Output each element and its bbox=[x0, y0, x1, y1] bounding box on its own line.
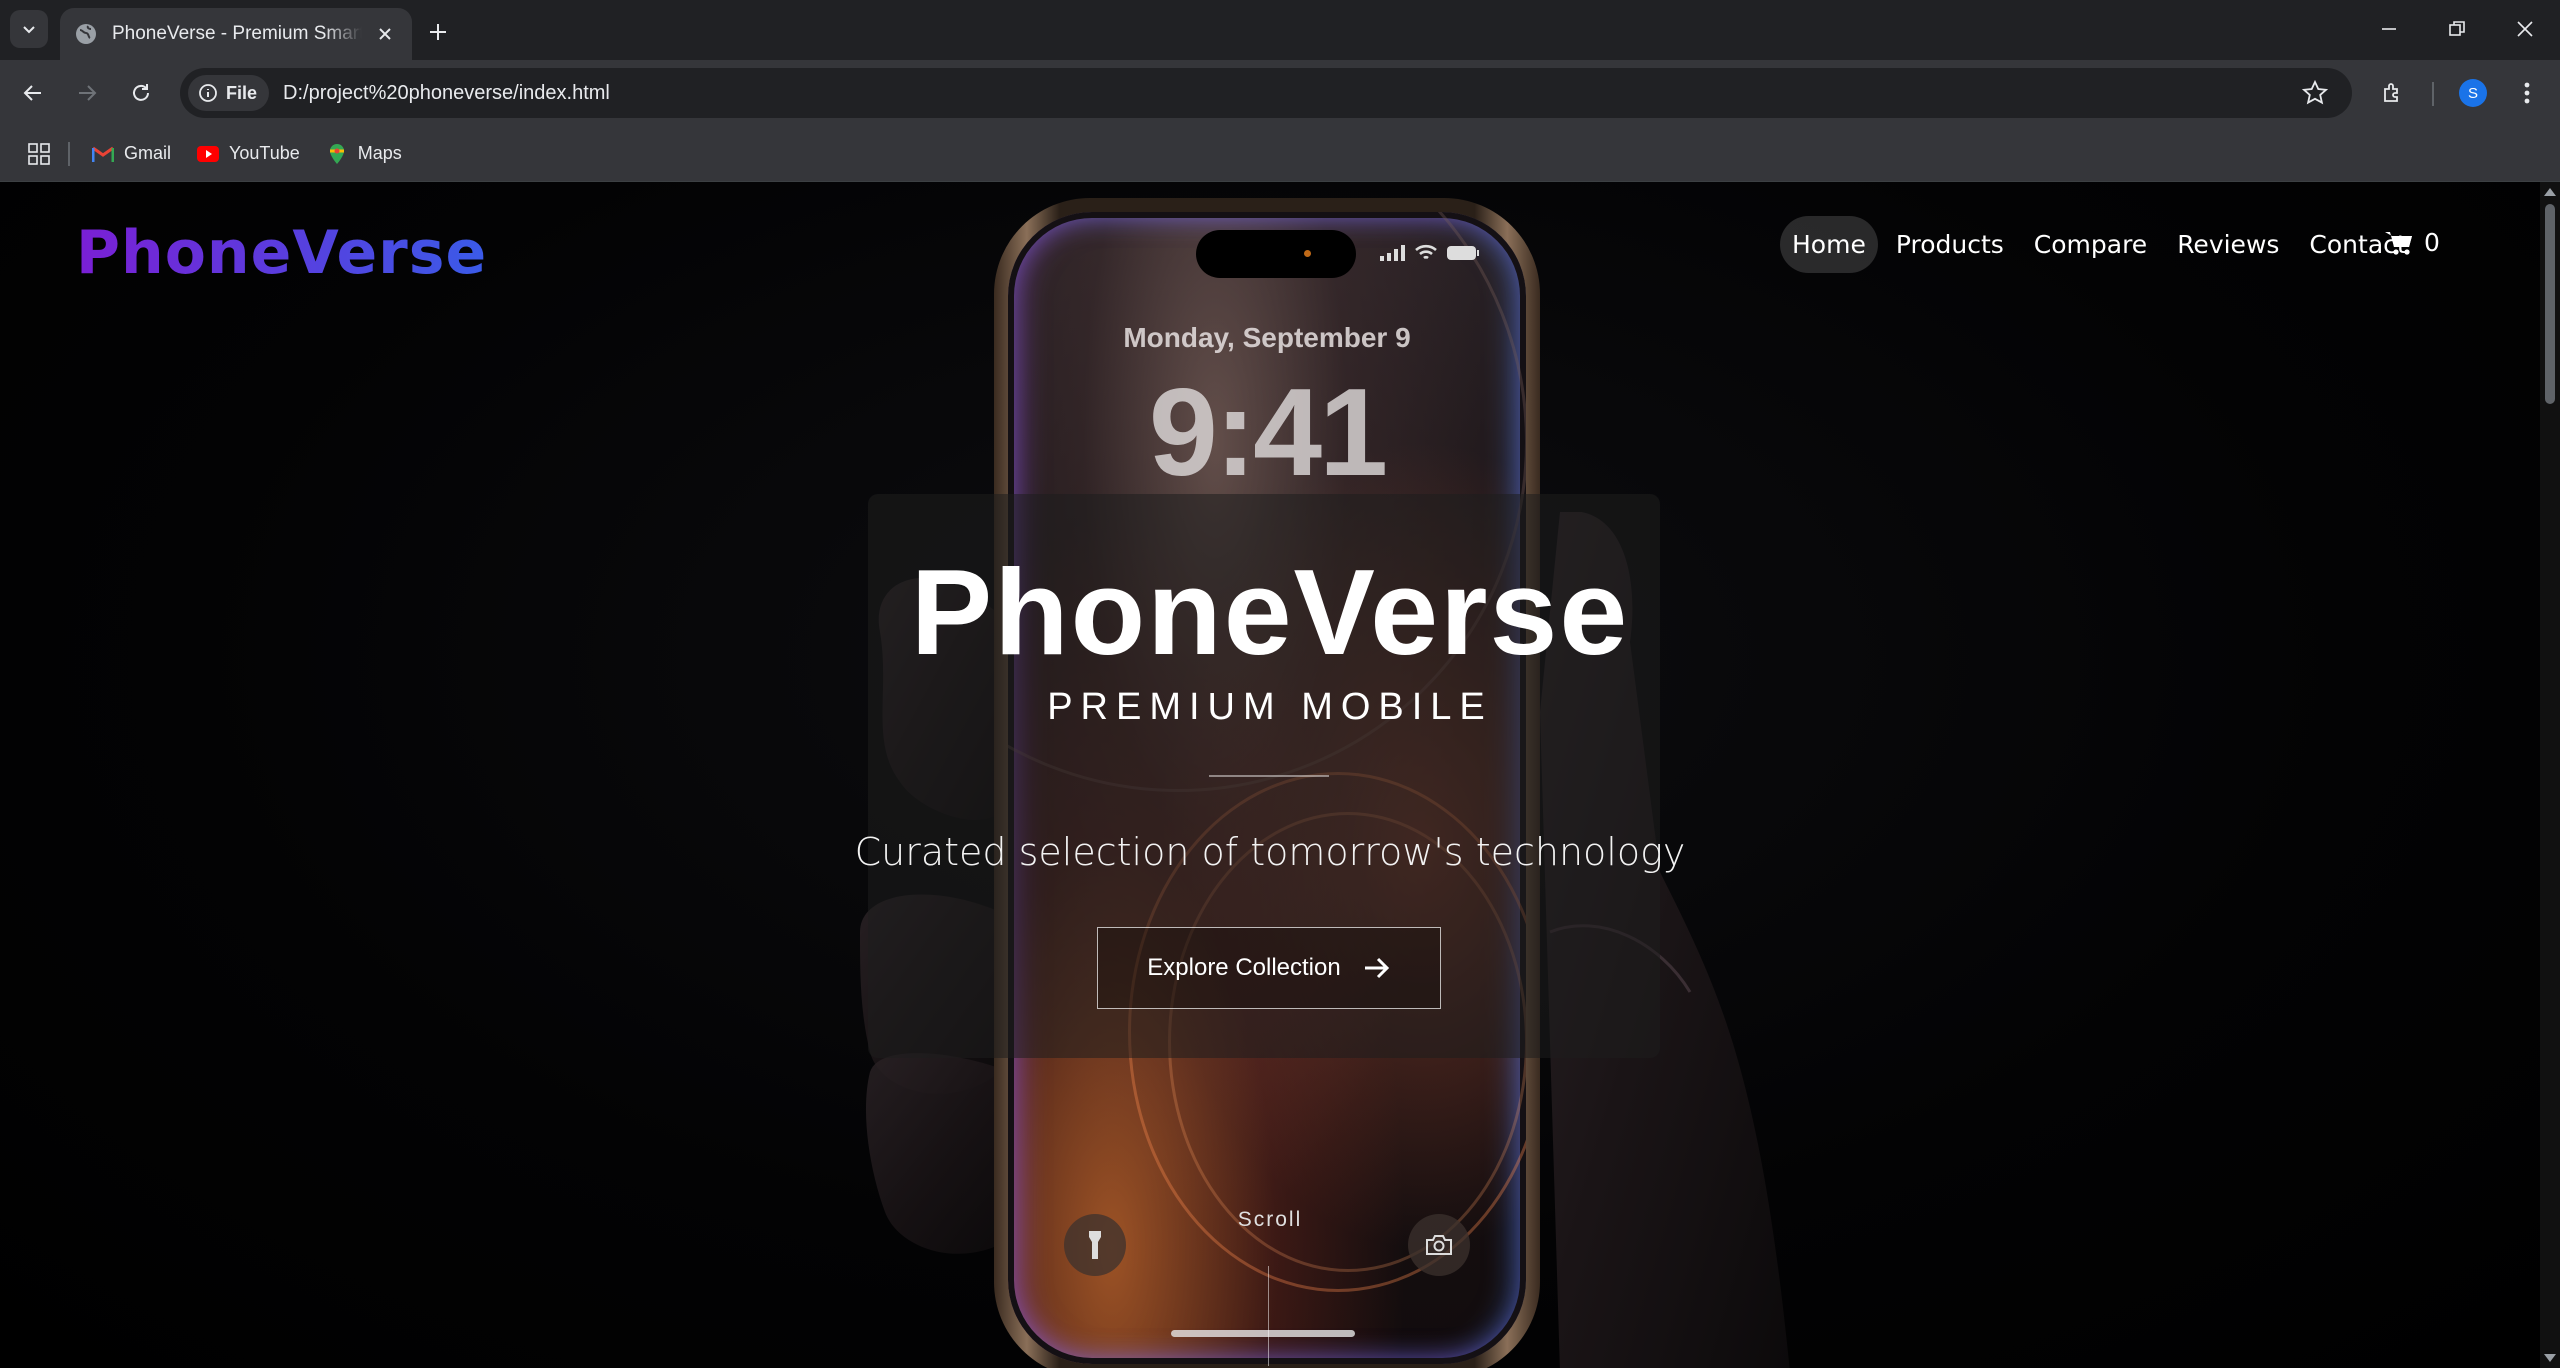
site-logo[interactable]: PhoneVerse bbox=[76, 218, 487, 288]
scroll-indicator-label: Scroll bbox=[1237, 1208, 1303, 1231]
nav-compare[interactable]: Compare bbox=[2022, 216, 2159, 273]
bookmark-star-icon[interactable] bbox=[2302, 80, 2328, 106]
browser-chrome: PhoneVerse - Premium Smartphones bbox=[0, 0, 2560, 182]
puzzle-icon bbox=[2384, 83, 2398, 102]
close-icon bbox=[379, 28, 391, 40]
more-vert-icon bbox=[2524, 82, 2530, 104]
back-button[interactable] bbox=[14, 74, 52, 112]
close-tab-button[interactable] bbox=[372, 21, 398, 47]
tab-title: PhoneVerse - Premium Smartphones bbox=[112, 23, 362, 44]
site-chip-label: File bbox=[226, 82, 258, 103]
close-window-button[interactable] bbox=[2500, 10, 2550, 48]
arrow-right-icon bbox=[1364, 957, 1389, 979]
tab-strip: PhoneVerse - Premium Smartphones bbox=[0, 0, 2560, 60]
minimize-icon bbox=[2382, 28, 2396, 30]
extensions-button[interactable] bbox=[2374, 74, 2412, 112]
maps-icon bbox=[326, 143, 348, 165]
nav-home[interactable]: Home bbox=[1780, 216, 1878, 273]
bookmark-youtube[interactable]: YouTube bbox=[197, 143, 300, 165]
camera-indicator bbox=[1304, 250, 1311, 257]
explore-collection-button[interactable]: Explore Collection bbox=[1097, 927, 1441, 1009]
hero-subtitle: PREMIUM MOBILE bbox=[1047, 686, 1493, 728]
hero-title: PhoneVerse bbox=[910, 544, 1630, 680]
cart-icon bbox=[2385, 231, 2412, 255]
scroll-down-arrow[interactable] bbox=[2544, 1354, 2556, 1362]
battery-icon bbox=[1447, 246, 1479, 260]
arrow-right-icon bbox=[79, 85, 97, 101]
gmail-icon bbox=[92, 143, 114, 165]
globe-icon bbox=[76, 24, 96, 44]
apps-grid-icon bbox=[28, 142, 50, 165]
bookmark-label: Maps bbox=[357, 143, 402, 163]
page-scrollbar[interactable] bbox=[2540, 182, 2560, 1368]
flashlight-icon bbox=[1089, 1231, 1101, 1259]
site-info-chip[interactable]: File bbox=[188, 75, 270, 111]
camera-icon bbox=[1426, 1235, 1452, 1255]
apps-button[interactable] bbox=[28, 142, 50, 165]
bookmarks-divider bbox=[68, 141, 70, 166]
reload-button[interactable] bbox=[122, 74, 160, 112]
plus-icon bbox=[430, 24, 446, 40]
hero-tagline: Curated selection of tomorrow's technolo… bbox=[854, 830, 1686, 874]
bookmark-label: Gmail bbox=[124, 143, 172, 163]
scroll-indicator-line bbox=[1268, 1266, 1269, 1366]
home-indicator bbox=[1171, 1330, 1355, 1337]
lock-screen-date: Monday, September 9 bbox=[1123, 322, 1411, 353]
info-icon bbox=[199, 84, 217, 102]
hero-divider bbox=[1209, 775, 1329, 777]
toolbar-divider bbox=[2432, 82, 2434, 106]
chevron-down-icon bbox=[23, 26, 35, 34]
url-text: D:/project%20phoneverse/index.html bbox=[283, 81, 610, 104]
bookmark-label: YouTube bbox=[229, 143, 300, 163]
scroll-up-arrow[interactable] bbox=[2544, 188, 2556, 196]
bookmark-maps[interactable]: Maps bbox=[326, 143, 402, 165]
cart-button[interactable]: 0 bbox=[2384, 228, 2440, 257]
restore-button[interactable] bbox=[2432, 10, 2482, 48]
arrow-left-icon bbox=[23, 85, 41, 101]
menu-button[interactable] bbox=[2508, 74, 2546, 112]
cart-count: 0 bbox=[2424, 228, 2440, 257]
reload-icon bbox=[133, 84, 149, 101]
bookmark-gmail[interactable]: Gmail bbox=[92, 143, 171, 165]
close-icon bbox=[2517, 21, 2533, 37]
forward-button[interactable] bbox=[68, 74, 106, 112]
tab-search-button[interactable] bbox=[10, 10, 48, 48]
new-tab-button[interactable] bbox=[420, 14, 456, 50]
youtube-icon bbox=[197, 143, 220, 165]
lock-screen-time: 9:41 bbox=[1148, 364, 1388, 502]
phone-status-bar bbox=[1380, 244, 1480, 262]
nav-products[interactable]: Products bbox=[1884, 216, 2016, 273]
dynamic-island bbox=[1196, 230, 1356, 278]
address-bar[interactable]: File D:/project%20phoneverse/index.html bbox=[180, 68, 2352, 118]
browser-tab[interactable]: PhoneVerse - Premium Smartphones bbox=[60, 8, 412, 60]
bookmarks-bar: Gmail YouTube Maps bbox=[0, 126, 2560, 182]
main-nav: Home Products Compare Reviews Contact bbox=[1780, 216, 2419, 273]
profile-button[interactable]: S bbox=[2454, 74, 2492, 112]
browser-toolbar: File D:/project%20phoneverse/index.html … bbox=[0, 60, 2560, 126]
minimize-button[interactable] bbox=[2364, 10, 2414, 48]
wifi-icon bbox=[1415, 244, 1437, 260]
page-viewport: Monday, September 9 9:41 PhoneVerse PREM… bbox=[0, 182, 2540, 1368]
scroll-thumb[interactable] bbox=[2545, 204, 2555, 404]
restore-icon bbox=[2449, 21, 2465, 36]
avatar: S bbox=[2459, 79, 2487, 107]
nav-reviews[interactable]: Reviews bbox=[2165, 216, 2291, 273]
explore-collection-label: Explore Collection bbox=[1147, 954, 1341, 981]
signal-icon bbox=[1380, 245, 1405, 261]
